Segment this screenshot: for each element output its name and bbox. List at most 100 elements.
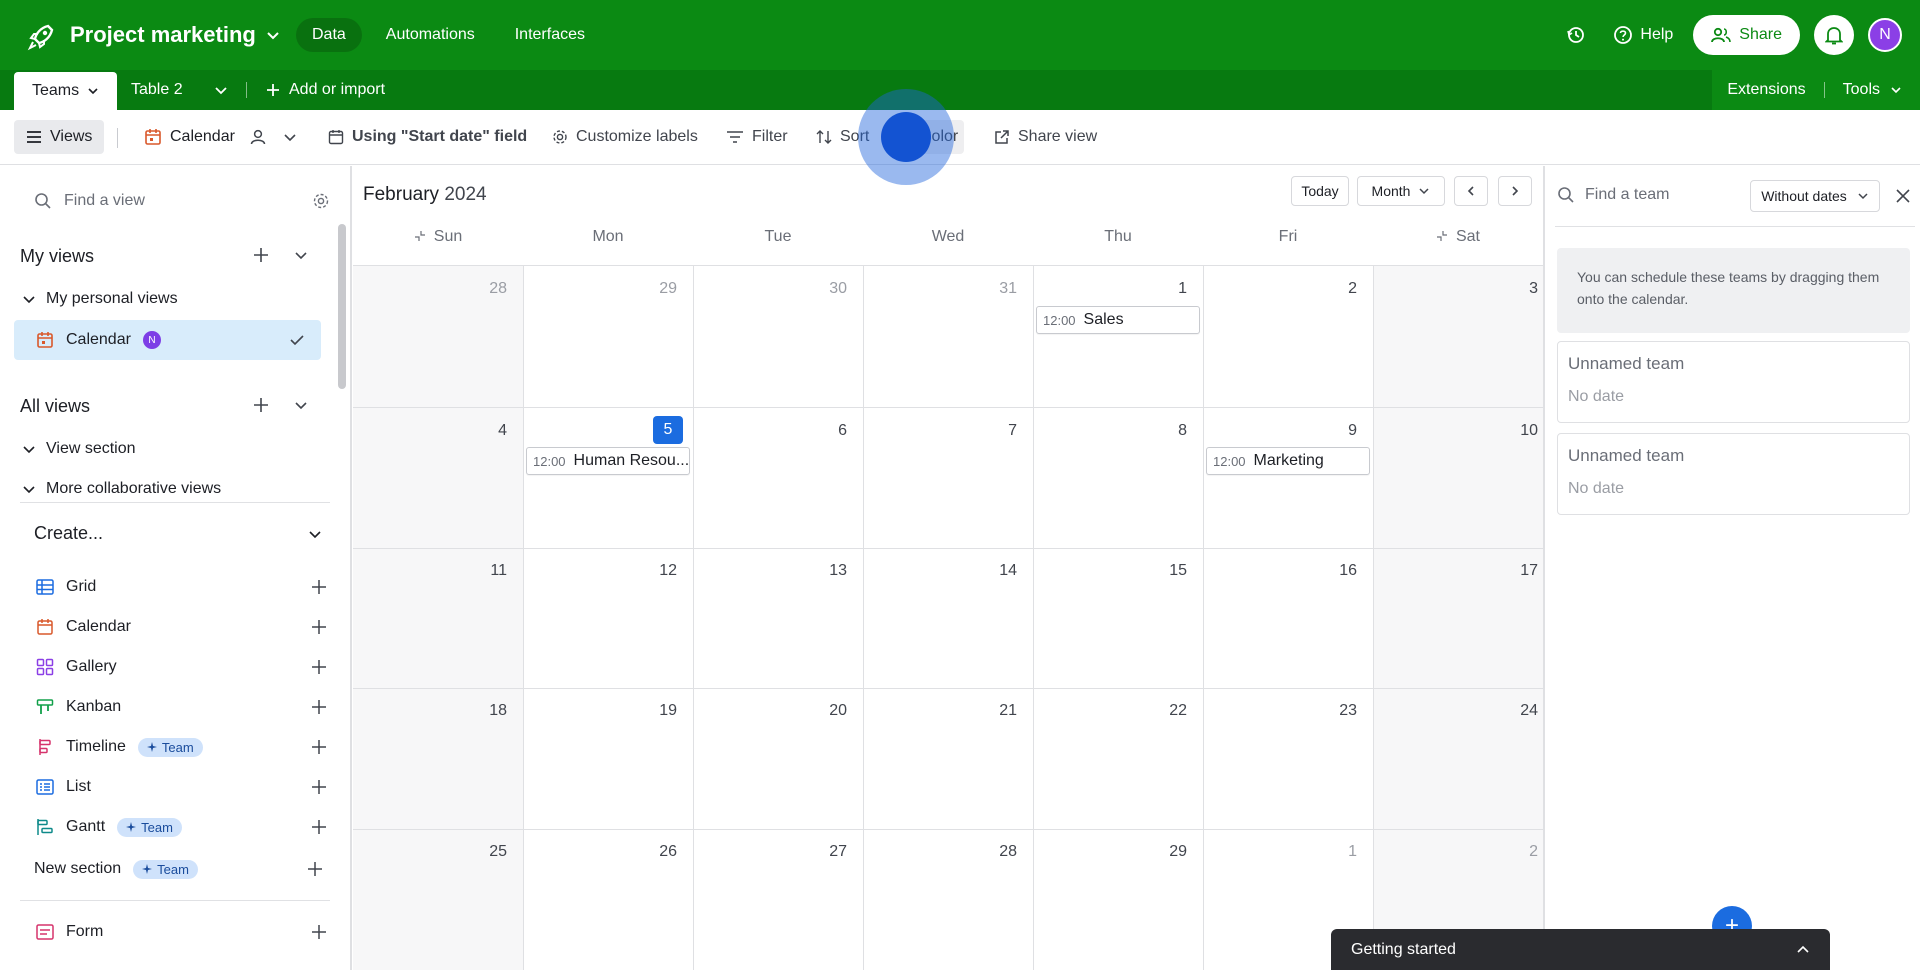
share-button[interactable]: Share (1693, 15, 1800, 55)
chevron-down-icon (88, 88, 98, 95)
add-or-import-button[interactable]: Add or import (265, 70, 385, 110)
nav-automations-tab[interactable]: Automations (370, 18, 491, 52)
plus-icon[interactable] (310, 778, 328, 796)
sidebar-scrollbar[interactable] (338, 224, 346, 389)
views-label: Views (50, 128, 93, 145)
extensions-button[interactable]: Extensions (1709, 81, 1823, 99)
collapse-chevron-icon[interactable] (294, 248, 308, 262)
plus-icon[interactable] (310, 618, 328, 636)
plus-icon[interactable] (310, 923, 328, 941)
getting-started-bar[interactable]: Getting started (1331, 929, 1830, 970)
plus-icon[interactable] (310, 818, 328, 836)
range-label: Month (1371, 183, 1411, 199)
date-filter-select[interactable]: Without dates (1750, 180, 1880, 212)
tables-dropdown-chevron-icon[interactable] (214, 70, 228, 110)
today-button[interactable]: Today (1291, 176, 1349, 206)
create-calendar-view[interactable]: Calendar (36, 614, 326, 640)
calendar-icon (37, 332, 53, 348)
timeline-icon (39, 739, 51, 755)
grid-line (353, 548, 1543, 549)
views-toggle-button[interactable]: Views (14, 120, 105, 154)
unscheduled-team-card[interactable]: Unnamed team No date (1557, 341, 1910, 423)
unscheduled-team-card[interactable]: Unnamed team No date (1557, 433, 1910, 515)
card-date: No date (1568, 480, 1625, 497)
group-label: More collaborative views (46, 480, 222, 497)
add-view-plus-icon[interactable] (252, 246, 270, 264)
calendar-event-marketing[interactable]: 12:00 Marketing (1206, 447, 1370, 475)
tools-button[interactable]: Tools (1825, 81, 1920, 99)
collapse-chevron-icon[interactable] (294, 398, 308, 412)
day-number: 15 (1169, 562, 1187, 579)
create-gantt-view[interactable]: Gantt Team (36, 814, 326, 840)
find-view-search[interactable]: Find a view (34, 186, 329, 216)
day-number: 28 (489, 280, 507, 297)
prev-month-button[interactable] (1454, 176, 1488, 206)
create-new-section[interactable]: New section Team (34, 856, 322, 882)
create-timeline-view[interactable]: Timeline Team (36, 734, 326, 760)
more-collaborative-views-group[interactable]: More collaborative views (22, 480, 221, 498)
weekend-column-sun (353, 266, 523, 970)
plus-icon[interactable] (306, 860, 324, 878)
plus-icon[interactable] (310, 738, 328, 756)
add-view-plus-icon[interactable] (252, 396, 270, 414)
card-date: No date (1568, 388, 1625, 405)
create-list-view[interactable]: List (36, 774, 326, 800)
create-item-label: Grid (66, 578, 97, 595)
create-form-view[interactable]: Form (36, 919, 326, 945)
share-view-button[interactable]: Share view (988, 120, 1103, 154)
collapse-arrows-icon[interactable] (1436, 230, 1448, 242)
base-name-menu[interactable]: Project marketing (70, 22, 280, 48)
plus-icon[interactable] (310, 698, 328, 716)
divider (1555, 226, 1915, 227)
calendar-event-human-resources[interactable]: 12:00 Human Resou... (526, 447, 690, 475)
customize-labels-button[interactable]: Customize labels (546, 120, 704, 154)
notifications-bell-icon[interactable] (1814, 15, 1854, 55)
chevron-down-icon (23, 486, 35, 494)
collapse-arrows-icon[interactable] (414, 230, 426, 242)
chevron-up-icon[interactable] (1796, 943, 1810, 957)
cursor-pointer (881, 112, 931, 162)
day-number: 9 (1348, 422, 1357, 439)
filter-button[interactable]: Filter (720, 120, 794, 154)
next-month-button[interactable] (1498, 176, 1532, 206)
day-number: 22 (1169, 702, 1187, 719)
divider (246, 82, 247, 98)
help-button[interactable]: Help (1607, 15, 1679, 55)
sort-icon (816, 130, 832, 144)
nav-data-tab[interactable]: Data (296, 18, 362, 52)
weekday-label: Sun (433, 228, 463, 245)
weekday-fri: Fri (1278, 228, 1298, 245)
current-view-menu[interactable]: Calendar (138, 120, 303, 154)
table-tab-teams[interactable]: Teams (14, 72, 118, 110)
create-item-label: Timeline (66, 738, 126, 755)
sidebar-view-calendar[interactable]: Calendar N (14, 320, 321, 360)
top-header: Project marketing Data Automations Inter… (0, 0, 1920, 70)
top-nav: Data Automations Interfaces (296, 18, 601, 52)
create-view-header[interactable]: Create... (34, 523, 322, 544)
range-select[interactable]: Month (1357, 176, 1445, 206)
calendar-event-sales[interactable]: 12:00 Sales (1036, 306, 1200, 334)
find-team-search[interactable]: Find a team (1557, 186, 1669, 204)
share-view-label: Share view (1018, 128, 1098, 145)
plus-icon[interactable] (310, 658, 328, 676)
nav-interfaces-tab[interactable]: Interfaces (499, 18, 601, 52)
rocket-logo-icon[interactable] (26, 22, 56, 52)
view-section-group[interactable]: View section (22, 440, 136, 458)
plus-icon[interactable] (310, 578, 328, 596)
settings-gear-icon[interactable] (312, 192, 330, 210)
date-field-button[interactable]: Using "Start date" field (322, 120, 533, 154)
day-number: 19 (659, 702, 677, 719)
create-gallery-view[interactable]: Gallery (36, 654, 326, 680)
day-number: 17 (1520, 562, 1538, 579)
my-personal-views-group[interactable]: My personal views (22, 290, 178, 308)
table-tabs-area: Teams Table 2 Add or import (0, 70, 1712, 110)
check-icon (290, 335, 304, 346)
table-tools: Extensions Tools (1709, 70, 1920, 110)
history-icon[interactable] (1559, 18, 1593, 52)
create-kanban-view[interactable]: Kanban (36, 694, 326, 720)
user-avatar[interactable]: N (1868, 18, 1902, 52)
close-icon[interactable] (1895, 188, 1911, 204)
create-grid-view[interactable]: Grid (36, 574, 326, 600)
table-tab-table2[interactable]: Table 2 (131, 70, 183, 110)
owner-badge: N (142, 331, 161, 349)
